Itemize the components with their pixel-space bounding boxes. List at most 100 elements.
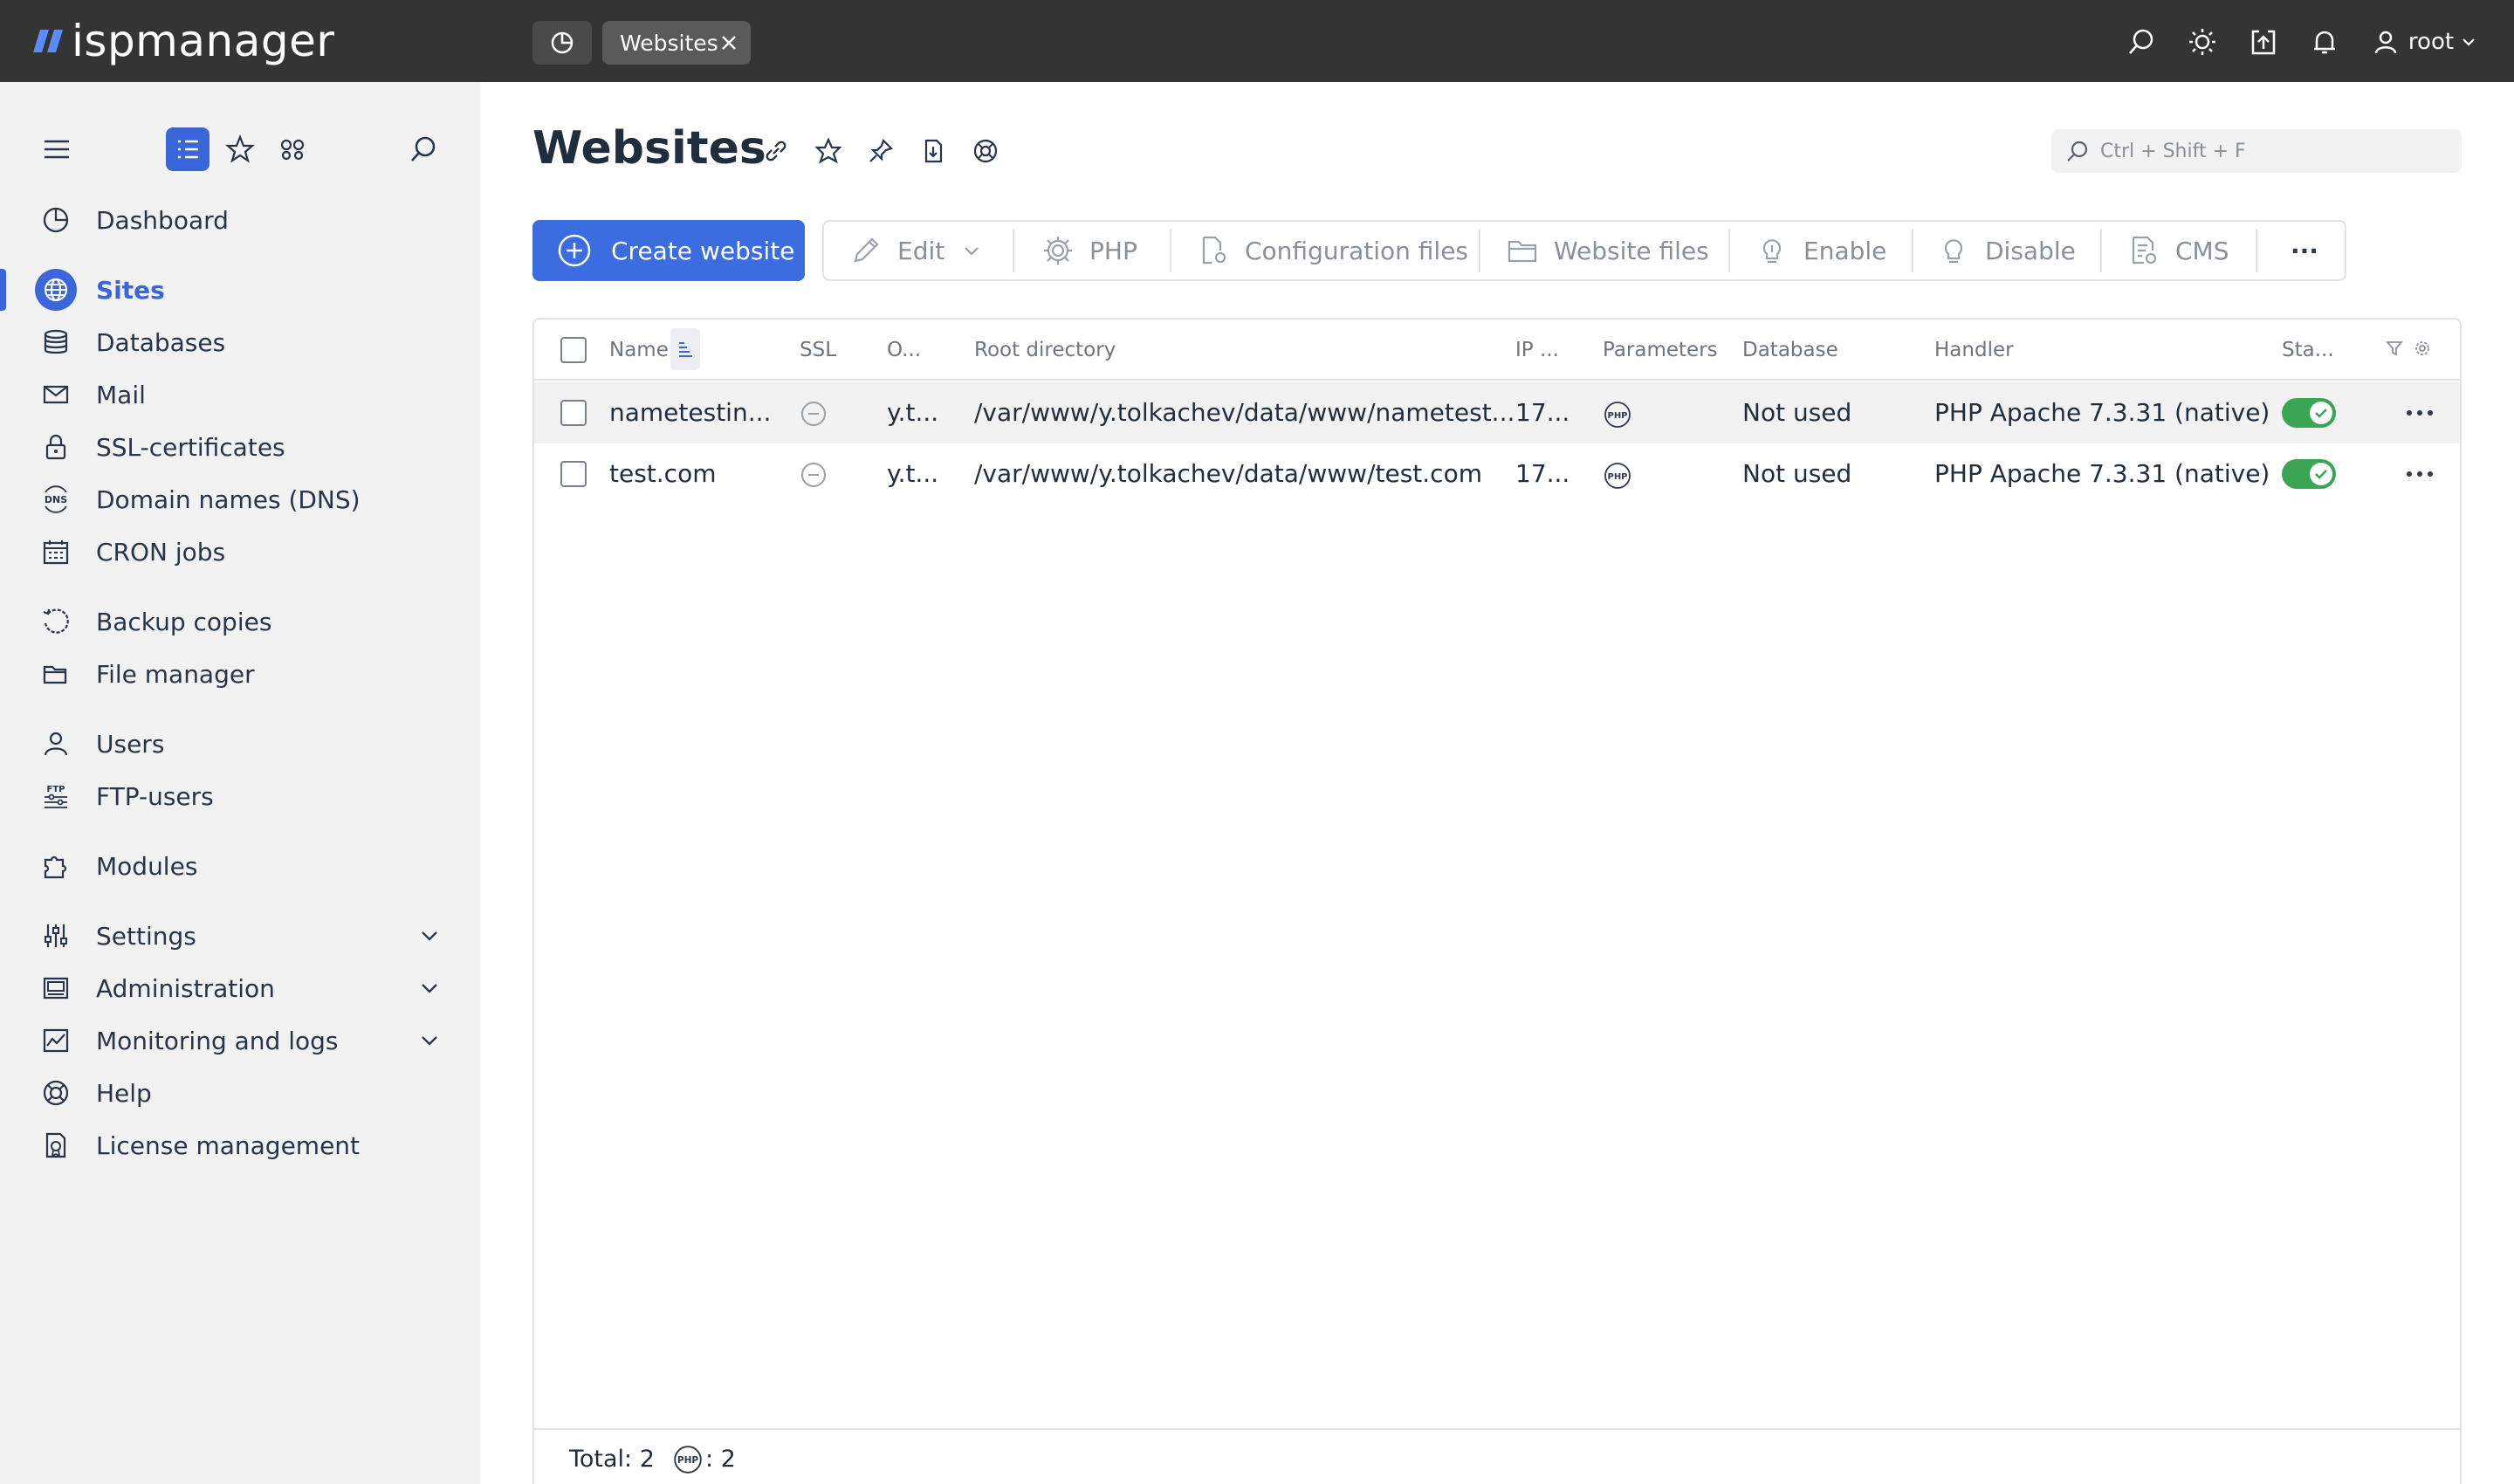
more-actions-button[interactable]: ··· [2280, 222, 2329, 279]
sidebar-item-mail[interactable]: Mail [0, 372, 480, 417]
sidebar-item-monitoring-and-logs[interactable]: Monitoring and logs [0, 1018, 480, 1063]
sidebar-item-dashboard[interactable]: Dashboard [0, 197, 480, 243]
chevron-down-icon [2461, 34, 2476, 50]
column-header-database[interactable]: Database [1742, 339, 1838, 361]
cms-button[interactable]: CMS [2125, 222, 2229, 279]
calendar-icon [38, 534, 73, 569]
help-button[interactable] [967, 133, 1004, 169]
svg-text:PHP: PHP [1607, 472, 1627, 482]
php-label: PHP [1089, 237, 1137, 265]
svg-text:PHP: PHP [1607, 411, 1627, 421]
toolbar-divider [1479, 229, 1480, 272]
ftp-icon: FTP [38, 779, 73, 814]
check-icon [2313, 405, 2329, 421]
sidebar-item-sites[interactable]: Sites [0, 267, 480, 313]
disable-button[interactable]: Disable [1934, 222, 2076, 279]
sidebar-item-administration[interactable]: Administration [0, 965, 480, 1011]
php-icon: PHP [1603, 400, 1632, 429]
sidebar-item-file-manager[interactable]: File manager [0, 651, 480, 697]
sort-button[interactable] [670, 328, 700, 370]
column-header-handler[interactable]: Handler [1934, 339, 2014, 361]
column-header-parameters[interactable]: Parameters [1603, 339, 1718, 361]
column-header-status[interactable]: Sta... [2282, 339, 2334, 361]
dashboard-tab-button[interactable] [532, 21, 592, 65]
sidebar-item-modules[interactable]: Modules [0, 843, 480, 889]
create-website-button[interactable]: Create website [532, 220, 805, 281]
ssl-none-icon [800, 461, 828, 489]
edit-label: Edit [897, 237, 944, 265]
website-files-button[interactable]: Website files [1503, 222, 1709, 279]
sidebar-item-databases[interactable]: Databases [0, 319, 480, 365]
row-checkbox[interactable] [560, 400, 587, 426]
list-view-button[interactable] [166, 127, 210, 171]
sidebar-item-ssl-certificates[interactable]: SSL-certificates [0, 424, 480, 470]
sidebar-item-label: Settings [96, 922, 196, 951]
notifications-button[interactable] [2303, 19, 2346, 65]
gear-icon[interactable] [2413, 339, 2432, 358]
theme-icon [2188, 27, 2217, 57]
cell-name[interactable]: nametestin... [609, 398, 771, 427]
sidebar-item-ftp-users[interactable]: FTP FTP-users [0, 773, 480, 819]
sidebar-item-cron-jobs[interactable]: CRON jobs [0, 529, 480, 574]
cell-database: Not used [1742, 459, 1851, 488]
column-header-name[interactable]: Name [609, 339, 669, 361]
configuration-files-button[interactable]: Configuration files [1194, 222, 1468, 279]
user-menu[interactable]: root [2367, 19, 2481, 65]
status-toggle[interactable] [2282, 459, 2336, 489]
menu-toggle-button[interactable] [35, 127, 79, 171]
apps-button[interactable] [271, 127, 314, 171]
row-actions-button[interactable] [2402, 461, 2437, 487]
pin-button[interactable] [862, 133, 899, 169]
export-button[interactable] [915, 133, 951, 169]
table-row[interactable]: test.com y.t... /var/www/y.tolkachev/dat… [534, 443, 2460, 505]
cell-root-directory: /var/www/y.tolkachev/data/www/nametest..… [974, 398, 1515, 427]
add-favorite-button[interactable] [810, 133, 847, 169]
select-all-checkbox[interactable] [560, 337, 587, 363]
php-button[interactable]: PHP [1039, 222, 1137, 279]
column-header-ssl[interactable]: SSL [800, 339, 836, 361]
sidebar-item-dns[interactable]: DNS Domain names (DNS) [0, 477, 480, 522]
search-icon [2065, 140, 2090, 164]
config-file-icon [1194, 231, 1233, 270]
backup-icon [38, 604, 73, 639]
pin-icon [867, 137, 895, 165]
cell-root-directory: /var/www/y.tolkachev/data/www/test.com [974, 459, 1482, 488]
sidebar-search-button[interactable] [402, 127, 445, 171]
theme-toggle-button[interactable] [2181, 19, 2224, 65]
sidebar-item-license-management[interactable]: License management [0, 1123, 480, 1168]
sidebar-item-backup-copies[interactable]: Backup copies [0, 599, 480, 644]
chevron-down-icon [417, 976, 442, 1000]
sidebar-item-settings[interactable]: Settings [0, 913, 480, 958]
dns-icon: DNS [38, 482, 73, 517]
upload-button[interactable] [2242, 19, 2285, 65]
favorites-button[interactable] [218, 127, 262, 171]
row-checkbox[interactable] [560, 461, 587, 487]
disable-label: Disable [1985, 237, 2076, 265]
copy-link-button[interactable] [758, 133, 794, 169]
filter-icon[interactable] [2385, 339, 2404, 358]
status-toggle[interactable] [2282, 398, 2336, 428]
total-count: Total: 2 [569, 1446, 655, 1473]
logo[interactable]: ispmanager [33, 16, 334, 66]
global-search-button[interactable] [2119, 19, 2163, 65]
column-header-owner[interactable]: O... [887, 339, 921, 361]
column-header-root-directory[interactable]: Root directory [974, 339, 1116, 361]
table-search-input[interactable]: Ctrl + Shift + F [2051, 129, 2462, 173]
sidebar-item-users[interactable]: Users [0, 721, 480, 766]
edit-button[interactable]: Edit [847, 222, 981, 279]
sidebar-item-label: Users [96, 730, 164, 759]
row-actions-button[interactable] [2402, 400, 2437, 426]
svg-text:FTP: FTP [47, 785, 65, 794]
enable-button[interactable]: Enable [1753, 222, 1886, 279]
lightbulb-on-icon [1753, 231, 1791, 270]
close-icon[interactable] [719, 33, 738, 52]
svg-text:DNS: DNS [45, 494, 67, 505]
tab-websites[interactable]: Websites [602, 21, 751, 65]
column-header-ip[interactable]: IP ... [1515, 339, 1559, 361]
user-name: root [2408, 29, 2454, 55]
table-row[interactable]: nametestin... y.t... /var/www/y.tolkache… [534, 382, 2460, 443]
sidebar-item-label: Backup copies [96, 608, 271, 636]
sidebar-item-label: Mail [96, 381, 146, 409]
cell-name[interactable]: test.com [609, 459, 716, 488]
sidebar-item-help[interactable]: Help [0, 1070, 480, 1116]
